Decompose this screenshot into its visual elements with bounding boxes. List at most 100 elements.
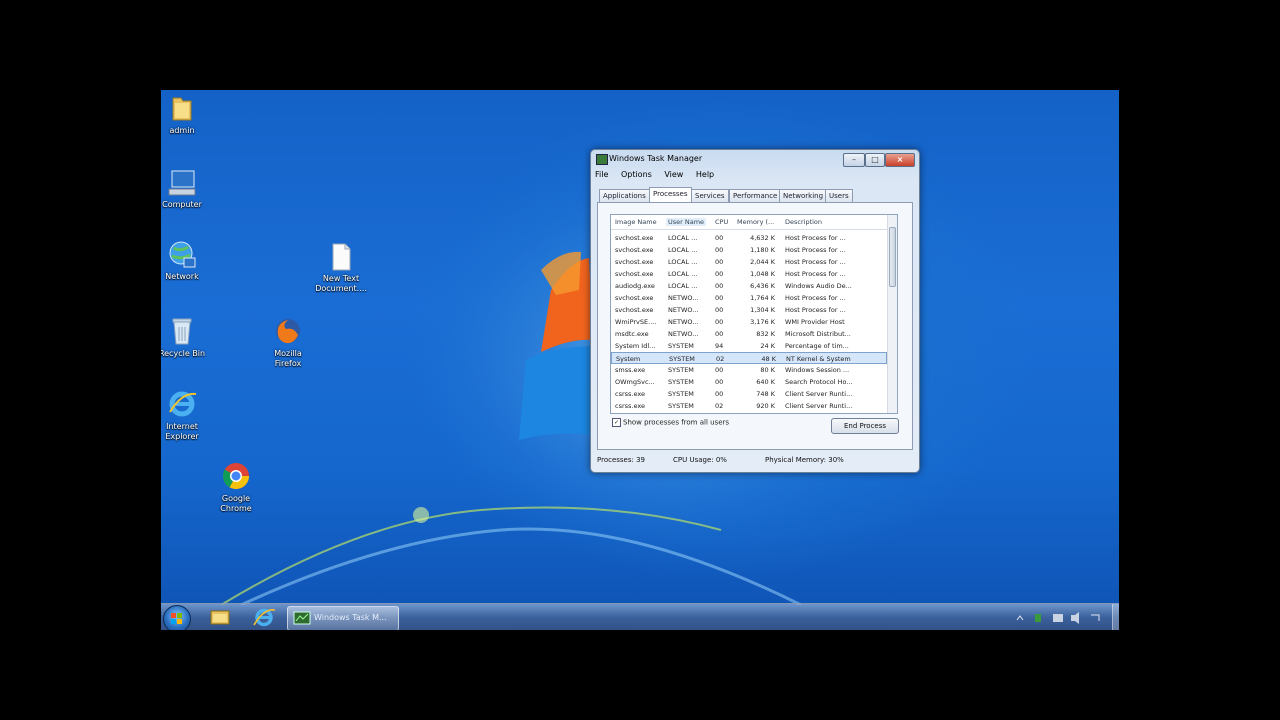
process-image-name: svchost.exe bbox=[615, 294, 654, 302]
text-document-icon bbox=[332, 243, 351, 271]
end-process-button[interactable]: End Process bbox=[831, 418, 899, 434]
column-cpu[interactable]: CPU bbox=[715, 218, 728, 226]
tab-users[interactable]: Users bbox=[825, 189, 853, 202]
desktop-icon-internet-explorer[interactable]: Internet Explorer bbox=[161, 388, 212, 442]
taskbar-task-manager-button[interactable]: Windows Task M... bbox=[287, 606, 399, 630]
task-manager-icon bbox=[596, 154, 608, 165]
show-all-users-checkbox[interactable]: ✓ Show processes from all users bbox=[612, 418, 729, 427]
process-memory: 832 K bbox=[756, 330, 775, 338]
process-description: Search Protocol Ho... bbox=[785, 378, 853, 386]
process-list[interactable]: Image Name User Name CPU Memory (... Des… bbox=[610, 214, 898, 414]
process-row[interactable]: svchost.exe LOCAL ... 00 1,048 K Host Proces… bbox=[611, 268, 887, 280]
process-memory: 1,048 K bbox=[750, 270, 775, 278]
process-memory: 24 K bbox=[760, 342, 775, 350]
column-image-name[interactable]: Image Name bbox=[615, 218, 657, 226]
process-cpu: 00 bbox=[715, 258, 724, 266]
process-memory: 1,304 K bbox=[750, 306, 775, 314]
show-all-users-label: Show processes from all users bbox=[623, 418, 730, 427]
process-memory: 6,436 K bbox=[750, 282, 775, 290]
maximize-button[interactable]: □ bbox=[865, 153, 885, 167]
process-cpu: 00 bbox=[715, 330, 724, 338]
column-memory[interactable]: Memory (... bbox=[737, 218, 774, 226]
process-memory: 748 K bbox=[756, 390, 775, 398]
column-description[interactable]: Description bbox=[785, 218, 822, 226]
desktop-icon-admin[interactable]: admin bbox=[161, 94, 212, 136]
desktop-icon-network[interactable]: Network bbox=[161, 240, 212, 282]
taskbar-explorer-button[interactable] bbox=[203, 606, 237, 629]
process-row[interactable]: csrss.exe SYSTEM 02 920 K Client Server Runt… bbox=[611, 400, 887, 412]
desktop-icon-computer[interactable]: Computer bbox=[161, 168, 212, 210]
process-row[interactable]: System SYSTEM 02 48 K NT Kernel & System bbox=[611, 352, 887, 364]
taskbar-ie-button[interactable] bbox=[247, 606, 281, 629]
process-description: Percentage of tim... bbox=[785, 342, 849, 350]
window-title: Windows Task Manager bbox=[609, 154, 703, 163]
scrollbar-thumb[interactable] bbox=[889, 227, 896, 287]
menu-view[interactable]: View bbox=[664, 170, 683, 179]
status-physical-memory: Physical Memory: 30% bbox=[765, 456, 844, 464]
process-row[interactable]: svchost.exe NETWO... 00 1,764 K Host Process… bbox=[611, 292, 887, 304]
process-image-name: svchost.exe bbox=[615, 234, 654, 242]
menu-help[interactable]: Help bbox=[696, 170, 714, 179]
close-button[interactable]: × bbox=[885, 153, 915, 167]
process-image-name: System Idl... bbox=[615, 342, 656, 350]
firefox-icon bbox=[276, 319, 300, 344]
desktop-icon-new-text-document[interactable]: New Text Document.... bbox=[311, 242, 371, 294]
process-description: Microsoft Distribut... bbox=[785, 330, 851, 338]
process-cpu: 00 bbox=[715, 246, 724, 254]
menu-options[interactable]: Options bbox=[621, 170, 652, 179]
recycle-bin-icon bbox=[172, 318, 192, 345]
show-desktop-button[interactable] bbox=[1112, 604, 1119, 630]
task-manager-window[interactable]: Windows Task Manager – □ × File Options … bbox=[590, 149, 920, 473]
chrome-icon bbox=[222, 463, 250, 490]
process-cpu: 00 bbox=[715, 378, 724, 386]
tab-performance[interactable]: Performance bbox=[729, 189, 782, 202]
desktop-icon-recycle-bin[interactable]: Recycle Bin bbox=[161, 315, 212, 359]
process-cpu: 00 bbox=[715, 318, 724, 326]
menu-file[interactable]: File bbox=[595, 170, 608, 179]
tab-services[interactable]: Services bbox=[691, 189, 729, 202]
process-cpu: 94 bbox=[715, 342, 724, 350]
status-cpu-usage: CPU Usage: 0% bbox=[673, 456, 727, 464]
process-row[interactable]: WmiPrvSE.... NETWO... 00 3,176 K WMI Provide… bbox=[611, 316, 887, 328]
process-description: WMI Provider Host bbox=[785, 318, 845, 326]
column-user-name[interactable]: User Name bbox=[666, 218, 707, 226]
process-description: Host Process for ... bbox=[785, 270, 846, 278]
desktop-icon-chrome[interactable]: Google Chrome bbox=[206, 460, 266, 514]
process-row[interactable]: System Idl... SYSTEM 94 24 K Percentage of t… bbox=[611, 340, 887, 352]
minimize-button[interactable]: – bbox=[843, 153, 865, 167]
process-user-name: NETWO... bbox=[668, 306, 699, 314]
process-row[interactable]: audiodg.exe LOCAL ... 00 6,436 K Windows Aud… bbox=[611, 280, 887, 292]
process-row[interactable]: svchost.exe LOCAL ... 00 1,180 K Host Proces… bbox=[611, 244, 887, 256]
folder-icon bbox=[172, 97, 192, 121]
show-hidden-icons-icon bbox=[1016, 615, 1024, 621]
process-image-name: OWmgSvc... bbox=[615, 378, 655, 386]
process-description: Client Server Runti... bbox=[785, 390, 853, 398]
desktop-icon-firefox[interactable]: Mozilla Firefox bbox=[258, 315, 318, 369]
process-user-name: LOCAL ... bbox=[668, 258, 698, 266]
process-row[interactable]: svchost.exe LOCAL ... 00 4,632 K Host Proces… bbox=[611, 232, 887, 244]
tab-applications[interactable]: Applications bbox=[599, 189, 650, 202]
process-row[interactable]: smss.exe SYSTEM 00 80 K Windows Session ... bbox=[611, 364, 887, 376]
process-user-name: SYSTEM bbox=[668, 378, 694, 386]
process-memory: 920 K bbox=[756, 402, 775, 410]
process-memory: 48 K bbox=[761, 355, 776, 363]
tab-processes[interactable]: Processes bbox=[649, 187, 692, 202]
process-description: Client Server Runti... bbox=[785, 402, 853, 410]
vertical-scrollbar[interactable] bbox=[887, 215, 897, 413]
process-description: Host Process for ... bbox=[785, 246, 846, 254]
tab-networking[interactable]: Networking bbox=[779, 189, 828, 202]
process-row[interactable]: svchost.exe NETWO... 00 1,304 K Host Process… bbox=[611, 304, 887, 316]
network-tray-icon bbox=[1053, 614, 1063, 622]
process-cpu: 02 bbox=[716, 355, 725, 363]
process-description: Windows Session ... bbox=[785, 366, 850, 374]
process-user-name: LOCAL ... bbox=[668, 282, 698, 290]
process-row[interactable]: svchost.exe LOCAL ... 00 2,044 K Host Proces… bbox=[611, 256, 887, 268]
process-description: Windows Audio De... bbox=[785, 282, 852, 290]
start-button[interactable] bbox=[163, 605, 191, 630]
process-cpu: 02 bbox=[715, 402, 724, 410]
status-processes: Processes: 39 bbox=[597, 456, 645, 464]
process-user-name: LOCAL ... bbox=[668, 270, 698, 278]
process-row[interactable]: msdtc.exe NETWO... 00 832 K Microsoft Distri… bbox=[611, 328, 887, 340]
process-row[interactable]: csrss.exe SYSTEM 00 748 K Client Server Runt… bbox=[611, 388, 887, 400]
process-row[interactable]: OWmgSvc... SYSTEM 00 640 K Search Protocol H… bbox=[611, 376, 887, 388]
